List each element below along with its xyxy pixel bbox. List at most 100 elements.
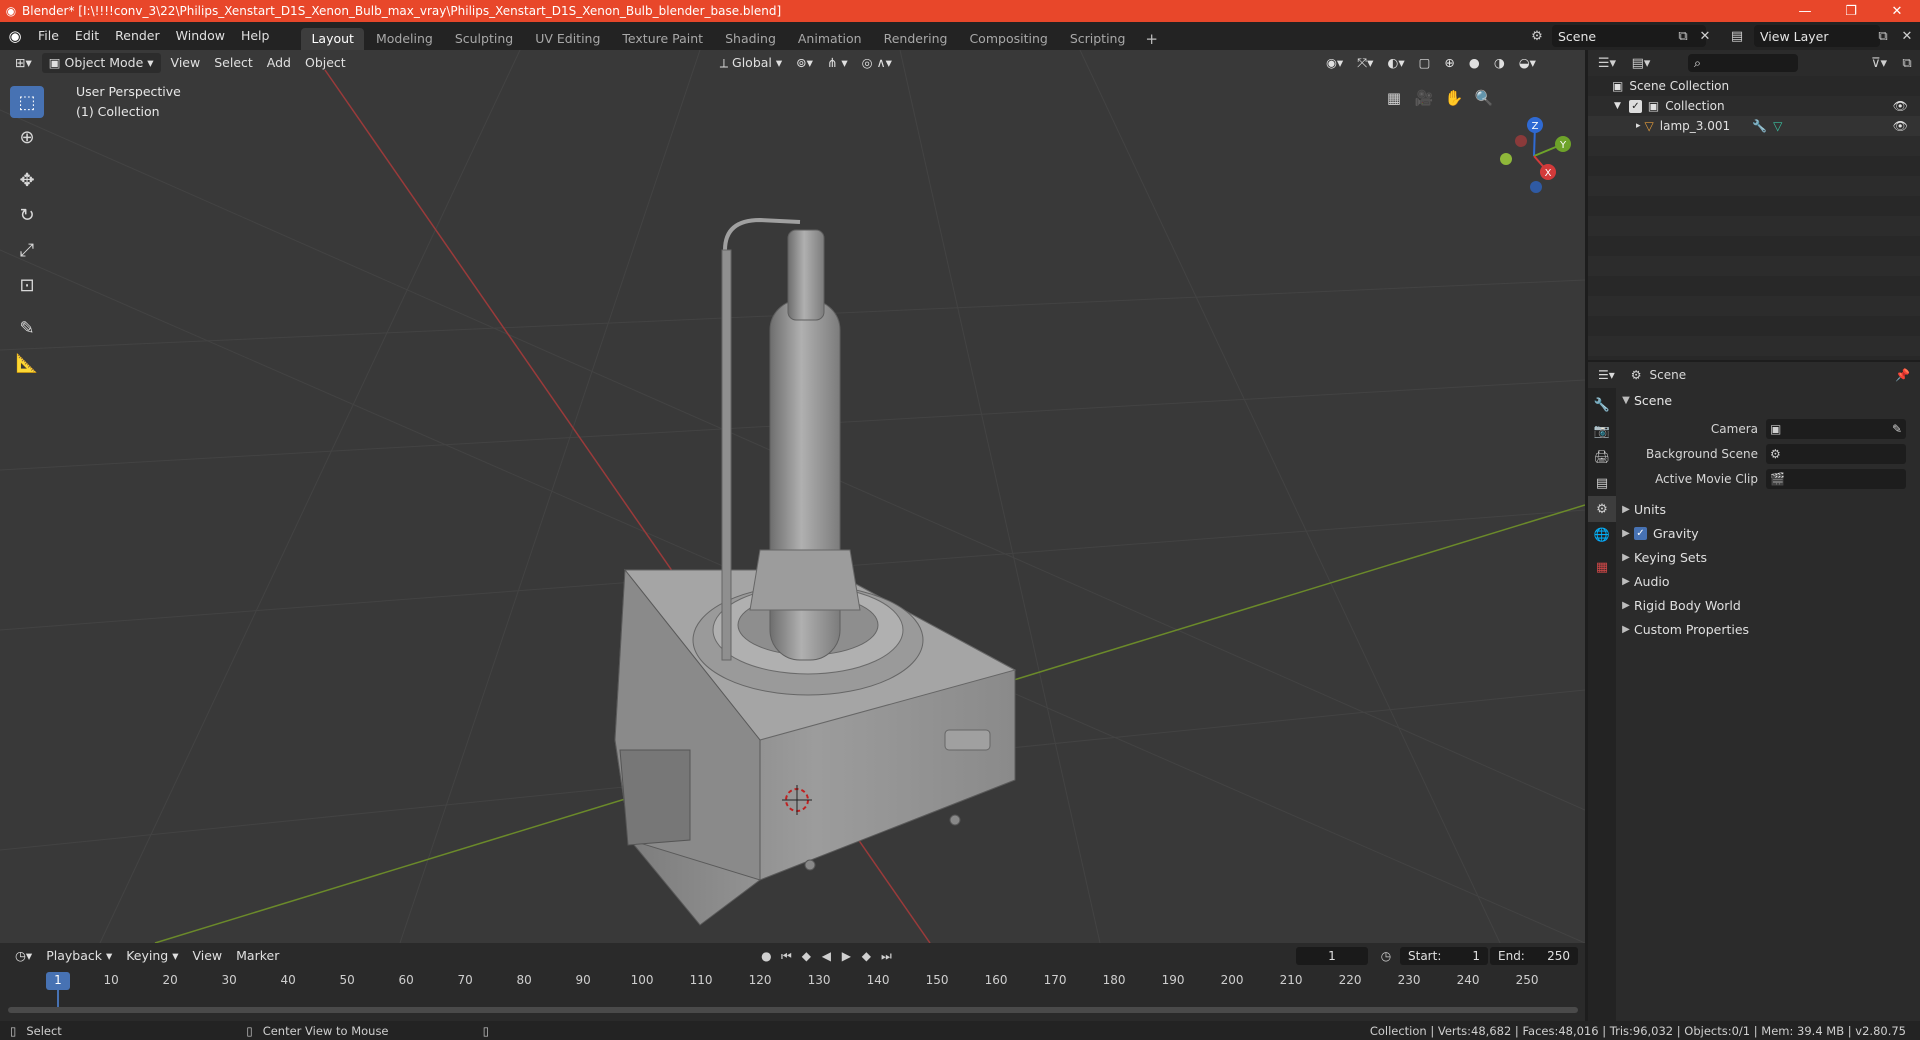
expand-custom-properties-icon[interactable]: ▶ <box>1618 624 1634 635</box>
expand-gravity-icon[interactable]: ▶ <box>1618 528 1634 539</box>
collection-checkbox[interactable]: ✓ <box>1628 99 1642 113</box>
overlay-toggle-icon[interactable]: ◐▾ <box>1380 53 1411 73</box>
jump-start-icon[interactable]: ⏮ <box>776 947 796 965</box>
record-icon[interactable]: ● <box>756 947 776 965</box>
viewport-menu-select[interactable]: Select <box>207 53 260 73</box>
close-window-button[interactable]: ✕ <box>1874 0 1920 22</box>
start-frame-field[interactable]: Start: 1 <box>1400 947 1488 965</box>
active-movie-clip-field[interactable]: 🎬 <box>1766 468 1906 489</box>
cursor-tool-icon[interactable]: ⊕ <box>10 121 44 153</box>
camera-view-icon[interactable]: 🎥 <box>1410 84 1438 112</box>
3d-viewport[interactable]: Z Y X ⊞▾ ▣ Object Mode ▾ View Select Add… <box>0 50 1585 943</box>
outliner-editor-type-icon[interactable]: ☰▾ <box>1596 53 1618 73</box>
next-keyframe-icon[interactable]: ◆ <box>856 947 876 965</box>
collapse-scene-icon[interactable]: ▼ <box>1618 395 1634 406</box>
expand-object-icon[interactable]: ▸ <box>1636 121 1641 131</box>
expand-collection-icon[interactable]: ▼ <box>1614 101 1621 111</box>
texture-tab-icon[interactable]: ▦ <box>1588 554 1616 580</box>
properties-editor-type-icon[interactable]: ☰▾ <box>1598 368 1615 382</box>
expand-audio-icon[interactable]: ▶ <box>1618 576 1634 587</box>
menu-edit[interactable]: Edit <box>67 25 107 47</box>
transform-orientation[interactable]: ⟂ Global ▾ <box>713 53 789 73</box>
current-frame-field[interactable]: 1 <box>1296 947 1368 965</box>
tab-uv-editing[interactable]: UV Editing <box>525 28 610 50</box>
new-collection-icon[interactable]: ⧉ <box>1896 53 1918 73</box>
tab-shading[interactable]: Shading <box>715 28 786 50</box>
maximize-button[interactable]: ❐ <box>1828 0 1874 22</box>
viewport-menu-add[interactable]: Add <box>260 53 298 73</box>
timeline-editor-type-icon[interactable]: ◷▾ <box>8 946 39 966</box>
scene-panel-header[interactable]: ▼ Scene <box>1618 388 1918 412</box>
tab-rendering[interactable]: Rendering <box>874 28 958 50</box>
gizmo-toggle-icon[interactable]: ⤧▾ <box>1350 53 1380 73</box>
scale-tool-icon[interactable]: ⤢ <box>10 234 44 266</box>
timeline-area[interactable]: 1 10 20 30 40 50 60 70 80 90 100 110 120 130 140 150 160… <box>0 969 1585 1021</box>
eyedropper-icon[interactable]: ✎ <box>1892 422 1902 436</box>
play-reverse-icon[interactable]: ◀ <box>816 947 836 965</box>
tool-tab-icon[interactable]: 🔧 <box>1588 392 1616 418</box>
measure-tool-icon[interactable]: 📐 <box>10 347 44 379</box>
annotate-tool-icon[interactable]: ✎ <box>10 312 44 344</box>
new-view-layer-icon[interactable]: ⧉ <box>1872 26 1894 46</box>
select-box-tool-icon[interactable]: ⬚ <box>10 86 44 118</box>
scene-tab-icon[interactable]: ⚙ <box>1588 496 1616 522</box>
mode-selector[interactable]: ▣ Object Mode ▾ <box>41 53 161 73</box>
timeline-menu-playback[interactable]: Playback ▾ <box>39 946 119 966</box>
proportional-edit-icon[interactable]: ◎ ∧▾ <box>855 53 899 73</box>
keying-sets-panel-header[interactable]: ▶ Keying Sets <box>1618 545 1918 569</box>
tab-compositing[interactable]: Compositing <box>959 28 1057 50</box>
view-layer-icon[interactable]: ▤ <box>1726 26 1748 46</box>
tab-sculpting[interactable]: Sculpting <box>445 28 523 50</box>
move-tool-icon[interactable]: ✥ <box>10 164 44 196</box>
remove-scene-icon[interactable]: ✕ <box>1694 26 1716 46</box>
end-frame-field[interactable]: End: 250 <box>1490 947 1578 965</box>
outliner-row-collection[interactable]: ▼ ✓ ▣ Collection 👁 <box>1588 96 1920 116</box>
tab-layout[interactable]: Layout <box>301 28 364 50</box>
audio-panel-header[interactable]: ▶ Audio <box>1618 569 1918 593</box>
add-workspace-icon[interactable]: + <box>1137 28 1166 50</box>
jump-end-icon[interactable]: ⏭ <box>876 947 896 965</box>
new-scene-icon[interactable]: ⧉ <box>1672 26 1694 46</box>
collection-visibility-icon[interactable]: 👁 <box>1893 99 1908 113</box>
view-layer-selector[interactable]: View Layer <box>1754 25 1880 47</box>
material-shading-icon[interactable]: ◑ <box>1487 53 1512 73</box>
viewport-menu-object[interactable]: Object <box>298 53 353 73</box>
gravity-panel-header[interactable]: ▶ ✓ Gravity <box>1618 521 1918 545</box>
filter-icon[interactable]: ⊽▾ <box>1868 53 1890 73</box>
editor-type-icon[interactable]: ⊞▾ <box>8 53 39 73</box>
minimize-button[interactable]: — <box>1782 0 1828 22</box>
toggle-ortho-icon[interactable]: ▦ <box>1380 84 1408 112</box>
prev-keyframe-icon[interactable]: ◆ <box>796 947 816 965</box>
tab-modeling[interactable]: Modeling <box>366 28 443 50</box>
clock-icon[interactable]: ◷ <box>1376 947 1396 965</box>
tab-animation[interactable]: Animation <box>788 28 872 50</box>
expand-rigid-body-icon[interactable]: ▶ <box>1618 600 1634 611</box>
background-scene-field[interactable]: ⚙ <box>1766 443 1906 464</box>
rigid-body-world-panel-header[interactable]: ▶ Rigid Body World <box>1618 593 1918 617</box>
xray-icon[interactable]: ▢ <box>1412 53 1438 73</box>
menu-file[interactable]: File <box>30 25 67 47</box>
camera-field[interactable]: ▣ ✎ <box>1766 418 1906 439</box>
object-visibility-icon[interactable]: 👁 <box>1893 119 1908 133</box>
transform-tool-icon[interactable]: ⊡ <box>10 269 44 301</box>
output-tab-icon[interactable]: 🖨 <box>1588 444 1616 470</box>
play-icon[interactable]: ▶ <box>836 947 856 965</box>
blender-menu-icon[interactable]: ◉ <box>0 27 30 45</box>
xenon-bulb-model[interactable] <box>614 217 1017 926</box>
expand-units-icon[interactable]: ▶ <box>1618 504 1634 515</box>
rendered-shading-icon[interactable]: ◒▾ <box>1512 53 1543 73</box>
menu-render[interactable]: Render <box>107 25 168 47</box>
timeline-menu-view[interactable]: View <box>185 946 229 966</box>
render-tab-icon[interactable]: 📷 <box>1588 418 1616 444</box>
outliner-search-input[interactable]: ⌕ <box>1688 54 1798 72</box>
visibility-icon[interactable]: ◉▾ <box>1319 53 1350 73</box>
outliner-row-scene-collection[interactable]: ▣ Scene Collection <box>1588 76 1920 96</box>
navigation-gizmo[interactable]: Z Y X <box>1500 117 1571 193</box>
gravity-checkbox[interactable]: ✓ <box>1634 526 1647 540</box>
solid-shading-icon[interactable]: ● <box>1462 53 1487 73</box>
pin-icon[interactable]: 📌 <box>1895 368 1910 382</box>
tab-scripting[interactable]: Scripting <box>1060 28 1136 50</box>
scene-icon[interactable]: ⚙ <box>1526 26 1548 46</box>
world-tab-icon[interactable]: 🌐 <box>1588 522 1616 548</box>
timeline-menu-marker[interactable]: Marker <box>229 946 286 966</box>
